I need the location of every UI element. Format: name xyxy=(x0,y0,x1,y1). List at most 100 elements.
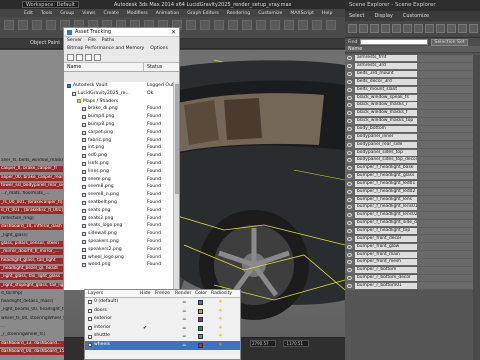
asset-row[interactable]: Autodesk Vault Logged Out xyxy=(64,82,174,90)
find-input[interactable] xyxy=(360,39,429,45)
scene-object-row[interactable]: bumper_f_headlight_side_decor xyxy=(345,219,473,228)
menu-item-help[interactable]: Help xyxy=(322,11,332,16)
column-status[interactable]: Status xyxy=(144,63,162,71)
menu-item-tools[interactable]: Tools xyxy=(41,11,52,16)
asset-row[interactable]: seats2.png Found xyxy=(64,215,174,223)
scene-object-row[interactable]: bumper_front_decor xyxy=(345,235,473,244)
visibility-eye-icon[interactable] xyxy=(347,158,352,163)
asset-row[interactable]: seem.png Found xyxy=(64,176,174,184)
asset-row[interactable]: sidewall.png Found xyxy=(64,230,174,238)
asset-row[interactable]: LucidGravity2025_re... Ok xyxy=(64,90,174,98)
asset-row[interactable]: seatbelt.png Found xyxy=(64,199,174,207)
layer-row[interactable]: 0 (default) ☕ ☀ xyxy=(85,298,240,307)
scene-filter-icon[interactable] xyxy=(381,24,390,33)
scene-filter-icon[interactable] xyxy=(403,24,412,33)
visibility-eye-icon[interactable] xyxy=(347,205,352,210)
visibility-eye-icon[interactable] xyxy=(347,197,352,202)
close-icon[interactable]: ✕ xyxy=(171,28,176,37)
visibility-eye-icon[interactable] xyxy=(347,134,352,139)
menu-item-create[interactable]: Create xyxy=(104,11,119,16)
scene-object-row[interactable]: bumper_f_headlight_lens01 xyxy=(345,204,473,212)
radiosity-icon[interactable]: ☀ xyxy=(218,341,222,350)
visibility-eye-icon[interactable] xyxy=(347,181,352,186)
toolbar-tool-icon[interactable] xyxy=(326,20,336,30)
toolbar-tool-icon[interactable] xyxy=(186,20,196,30)
menu-item-views[interactable]: Views xyxy=(82,11,95,16)
scene-object-row[interactable]: bumper_f_headlight_led02 xyxy=(345,188,473,197)
render-teapot-icon[interactable]: ☕ xyxy=(182,324,186,333)
render-teapot-icon[interactable]: ☕ xyxy=(182,332,186,341)
scene-object-row[interactable]: armrests_frnt xyxy=(345,55,473,63)
render-teapot-icon[interactable]: ☕ xyxy=(182,307,186,316)
visibility-eye-icon[interactable] xyxy=(347,64,352,69)
scene-object-row[interactable]: bumper_f_headlight_glass xyxy=(345,172,473,181)
asset-row[interactable]: speakers.png Found xyxy=(64,238,174,246)
toolbar-tool-icon[interactable] xyxy=(312,20,322,30)
asset-scrollbar[interactable] xyxy=(173,82,179,290)
toolbar-tool-icon[interactable] xyxy=(284,20,294,30)
asset-row[interactable]: lsefs.png Found xyxy=(64,160,174,168)
layer-row[interactable]: doors ☕ ☀ xyxy=(85,307,240,316)
layer-color-swatch[interactable] xyxy=(198,325,203,331)
scene-filter-icon[interactable] xyxy=(458,24,467,33)
asset-row[interactable]: carpet.png Found xyxy=(64,129,174,137)
asset-row[interactable]: wheel_logo.png Found xyxy=(64,254,174,262)
layer-color-swatch[interactable] xyxy=(198,308,203,314)
left-viewport[interactable]: aller_fs, belts_window_masks caliper_fl, … xyxy=(0,50,64,360)
visibility-eye-icon[interactable] xyxy=(347,56,352,61)
scene-object-row[interactable]: belts_decor_3rd xyxy=(345,78,473,87)
visibility-eye-icon[interactable] xyxy=(347,72,352,77)
layers-col-hide[interactable]: Hide xyxy=(140,290,155,297)
render-teapot-icon[interactable]: ☕ xyxy=(182,315,186,324)
scene-menu-display[interactable]: Display xyxy=(374,11,392,21)
scene-object-row[interactable]: black_window_speak_fs xyxy=(345,94,473,103)
selection-set-button[interactable]: Selection Set xyxy=(431,38,468,46)
scene-column-name[interactable]: Name xyxy=(345,46,480,53)
menu-item-group[interactable]: Group xyxy=(60,11,74,16)
layer-row[interactable]: exterior ☕ ☀ xyxy=(85,315,240,324)
layer-color-swatch[interactable] xyxy=(198,342,203,348)
asset-row[interactable]: bump8.png Found xyxy=(64,121,174,129)
radiosity-icon[interactable]: ☀ xyxy=(218,315,222,324)
visibility-eye-icon[interactable] xyxy=(347,150,352,155)
visibility-eye-icon[interactable] xyxy=(347,283,352,288)
menu-item-modifiers[interactable]: Modifiers xyxy=(127,11,148,16)
object-paint-tab[interactable]: Object Paint xyxy=(30,40,60,46)
options-icon[interactable] xyxy=(94,54,101,61)
scene-object-row[interactable]: bodypanel_inner xyxy=(345,133,473,142)
asset-row[interactable]: seats.png Found xyxy=(64,207,174,215)
layer-row[interactable]: shuttle ☕ ☀ xyxy=(85,332,240,341)
asset-row[interactable]: seem8.png Found xyxy=(64,183,174,191)
visibility-eye-icon[interactable] xyxy=(347,111,352,116)
layer-color-swatch[interactable] xyxy=(198,334,203,340)
toolbar-tool-icon[interactable] xyxy=(46,20,56,30)
scene-object-row[interactable]: armrests_3rd xyxy=(345,62,473,71)
scene-object-row[interactable]: black_window_masks_f xyxy=(345,109,473,118)
visibility-eye-icon[interactable] xyxy=(347,189,352,194)
scene-menu-select[interactable]: Select xyxy=(349,11,364,21)
toolbar-tool-icon[interactable] xyxy=(4,20,14,30)
scene-object-row[interactable]: bodypanel_sides_top xyxy=(345,149,473,157)
scene-filter-icon[interactable] xyxy=(436,24,445,33)
asset-row[interactable]: wood.png Found xyxy=(64,261,174,269)
scene-object-row[interactable]: bumper_f_headlight_led01 xyxy=(345,180,473,189)
menu-item-customize[interactable]: Customize xyxy=(258,11,282,16)
menu-item-edit[interactable]: Edit xyxy=(24,11,33,16)
menu-item-rendering[interactable]: Rendering xyxy=(227,11,250,16)
render-teapot-icon[interactable]: ☕ xyxy=(182,298,186,307)
visibility-eye-icon[interactable] xyxy=(347,252,352,257)
active-layer-check-icon[interactable]: ✔ xyxy=(143,324,147,333)
visibility-eye-icon[interactable] xyxy=(347,166,352,171)
visibility-eye-icon[interactable] xyxy=(347,213,352,218)
toolbar-tool-icon[interactable] xyxy=(256,20,266,30)
radiosity-icon[interactable]: ☀ xyxy=(218,298,222,307)
layers-col-color[interactable]: Color xyxy=(195,290,211,297)
asset-menu-bitmap-performance[interactable]: Bitmap Performance and Memory xyxy=(67,45,144,53)
scene-object-row[interactable]: belts_3rd_mount xyxy=(345,70,473,79)
scene-filter-icon[interactable] xyxy=(348,24,357,33)
scene-object-row[interactable]: bumper_f_headlight_top xyxy=(345,227,473,236)
asset-row[interactable]: Maps / Shaders xyxy=(64,98,174,106)
layers-col-render[interactable]: Render xyxy=(175,290,195,297)
scene-object-row[interactable]: bodypanel_sides_top_decor xyxy=(345,156,473,165)
visibility-eye-icon[interactable] xyxy=(347,276,352,281)
